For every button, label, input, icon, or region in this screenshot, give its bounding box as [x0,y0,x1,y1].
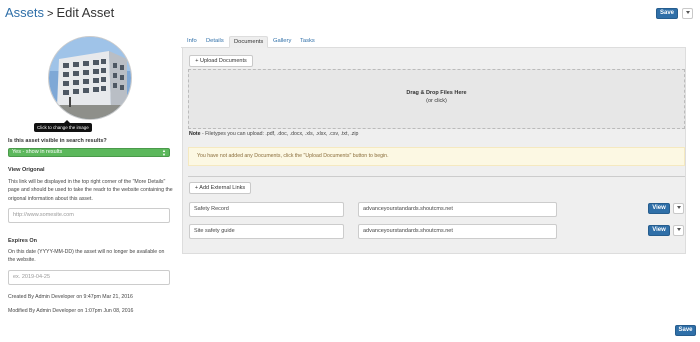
save-button-bottom[interactable]: Save [675,325,696,336]
asset-tabs: Info Details Documents Gallery Tasks [181,35,686,48]
file-dropzone[interactable]: Drag & Drop Files Here (or click) [188,69,685,129]
add-external-links-button[interactable]: + Add External Links [189,182,251,194]
change-image-tooltip: Click to change the image [34,120,92,132]
tab-gallery[interactable]: Gallery [273,36,291,48]
tab-tasks[interactable]: Tasks [300,36,315,48]
expires-on-heading: Expires On [8,238,38,244]
view-original-url-input[interactable]: http://www.somesite.com [8,208,170,223]
view-link-button[interactable]: View [648,203,670,214]
empty-documents-alert: You have not added any Documents, click … [188,147,685,166]
visibility-select-value: Yes - show in results [12,149,63,155]
breadcrumb-assets-link[interactable]: Assets [5,5,44,20]
link-options-dropdown-button[interactable] [673,225,684,236]
view-link-button[interactable]: View [648,225,670,236]
dropzone-title: Drag & Drop Files Here [406,90,467,96]
page-title: Edit Asset [56,5,115,20]
tab-documents[interactable]: Documents [229,36,269,48]
dropzone-subtitle: (or click) [426,98,447,104]
view-original-description: This link will be displayed in the top r… [8,179,173,202]
upload-documents-button[interactable]: + Upload Documents [189,55,253,67]
asset-image[interactable] [48,36,132,120]
note-label: Note [189,131,201,137]
view-original-heading: View Origonal [8,167,45,173]
expires-on-description: On this date (YYYY-MM-DD) the asset will… [8,249,165,264]
created-by-text: Created By Admin Developer on 9:47pm Mar… [8,294,133,300]
filetypes-note: Note - Filetypes you can upload: .pdf, .… [189,131,358,137]
tab-details[interactable]: Details [206,36,224,48]
chevron-down-icon [676,228,681,232]
visibility-label: Is this asset visible in search results? [8,138,107,144]
modified-by-text: Modified By Admin Developer on 1:07pm Ju… [8,308,134,314]
breadcrumb: Assets > Edit Asset [5,5,114,20]
expires-on-date-input[interactable]: ex. 2019-04-25 [8,270,170,285]
select-arrows-icon: ▲ ▼ [162,148,166,157]
save-button-top[interactable]: Save [656,8,678,19]
breadcrumb-separator-icon: > [47,8,54,20]
link-options-dropdown-button[interactable] [673,203,684,214]
link-name-input[interactable]: Safety Record [189,202,344,217]
link-url-input[interactable]: advanceyourstandards.shoutcms.net [358,202,557,217]
note-text: - Filetypes you can upload: .pdf, .doc, … [200,131,359,137]
section-divider [188,176,685,177]
chevron-down-icon [685,11,690,15]
tab-info[interactable]: Info [187,36,197,48]
visibility-select[interactable]: Yes - show in results ▲ ▼ [8,148,170,157]
link-url-input[interactable]: advanceyourstandards.shoutcms.net [358,224,557,239]
link-name-input[interactable]: Site safety guide [189,224,344,239]
chevron-down-icon [676,206,681,210]
save-options-dropdown-button[interactable] [682,8,693,19]
